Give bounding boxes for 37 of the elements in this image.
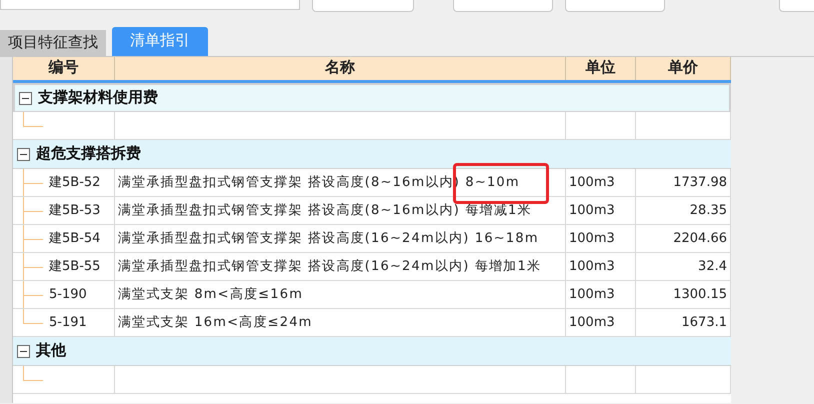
unit-cell-text: 100m3 <box>569 202 615 220</box>
code-cell-text: 建5B-55 <box>49 258 100 276</box>
name-cell-text: 满堂式支架 16m<高度≤24m <box>118 314 313 332</box>
price-cell-text: 1673.1 <box>682 314 727 332</box>
unit-cell-text: 100m3 <box>569 174 615 192</box>
code-cell-text: 建5B-53 <box>49 202 100 220</box>
group-name: 超危支撑搭拆费 <box>36 144 141 164</box>
price-cell-text: 2204.66 <box>673 230 727 248</box>
collapse-icon[interactable] <box>17 148 30 160</box>
group-row[interactable]: 超危支撑搭拆费 <box>13 140 731 169</box>
name-cell-text: 满堂承插型盘扣式钢管支撑架 搭设高度(16~24m以内) 16~18m <box>118 230 539 248</box>
code-cell-text: 建5B-54 <box>49 230 100 248</box>
tab[interactable]: 项目特征查找 <box>0 30 106 56</box>
column-header[interactable]: 单价 <box>636 57 731 80</box>
unit-cell-text: 100m3 <box>569 230 615 248</box>
price-cell-text: 1300.15 <box>673 286 727 304</box>
column-header[interactable]: 名称 <box>115 57 566 80</box>
code-cell-text: 5-191 <box>49 314 87 332</box>
price-cell-text: 32.4 <box>698 258 727 276</box>
code-cell-text: 建5B-52 <box>49 174 100 192</box>
name-cell-text: 满堂式支架 8m<高度≤16m <box>118 286 304 304</box>
unit-cell-text: 100m3 <box>569 314 615 332</box>
price-cell-text: 28.35 <box>690 202 727 220</box>
group-name: 其他 <box>36 340 66 361</box>
price-cell-text: 1737.98 <box>673 174 727 192</box>
name-cell-text: 满堂承插型盘扣式钢管支撑架 搭设高度(8~16m以内) 每增减1米 <box>118 202 532 220</box>
group-name: 支撑架材料使用费 <box>38 88 158 108</box>
column-header[interactable]: 单位 <box>566 57 636 80</box>
group-row[interactable]: 其他 <box>13 337 731 366</box>
collapse-icon[interactable] <box>19 92 32 104</box>
unit-cell-text: 100m3 <box>569 286 615 304</box>
code-cell-text: 5-190 <box>49 286 87 304</box>
column-header[interactable]: 编号 <box>13 57 115 80</box>
unit-cell-text: 100m3 <box>569 258 615 276</box>
collapse-icon[interactable] <box>17 344 30 358</box>
name-cell-text: 满堂承插型盘扣式钢管支撑架 搭设高度(16~24m以内) 每增加1米 <box>118 258 542 276</box>
group-row[interactable]: 支撑架材料使用费 <box>13 83 731 112</box>
